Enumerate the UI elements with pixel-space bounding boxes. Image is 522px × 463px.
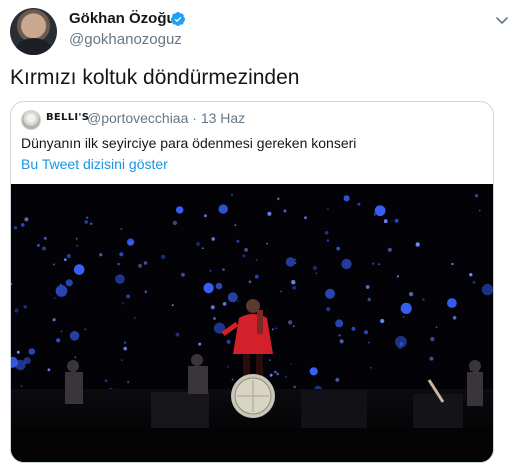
show-thread-link[interactable]: Bu Tweet dizisini göster — [21, 156, 168, 172]
verified-badge-icon — [170, 12, 185, 26]
author-handle[interactable]: @gokhanozoguz — [69, 31, 182, 48]
chevron-down-icon[interactable] — [494, 12, 510, 28]
drum — [231, 374, 275, 418]
performer — [221, 299, 273, 382]
author-name[interactable]: Gökhan Özoğuz — [69, 10, 183, 27]
quoted-author-handle: @portovecchiaa · 13 Haz — [87, 110, 246, 126]
quoted-author-name: BELLI'S — [46, 112, 90, 123]
quoted-tweet-text: Dünyanın ilk seyirciye para ödenmesi ger… — [21, 135, 357, 151]
concert-video-thumbnail[interactable] — [11, 184, 493, 462]
amplifier — [413, 394, 463, 428]
stage-edge — [11, 428, 493, 462]
quoted-tweet-card[interactable]: BELLI'S @portovecchiaa · 13 Haz Dünyanın… — [10, 101, 494, 463]
stage-scene — [11, 299, 493, 462]
amplifier — [151, 392, 209, 428]
quoted-author-avatar — [21, 110, 41, 130]
tweet-text: Kırmızı koltuk döndürmezinden — [10, 66, 300, 89]
amplifier — [301, 390, 367, 428]
avatar-figure — [16, 38, 51, 55]
author-avatar[interactable] — [10, 8, 57, 55]
